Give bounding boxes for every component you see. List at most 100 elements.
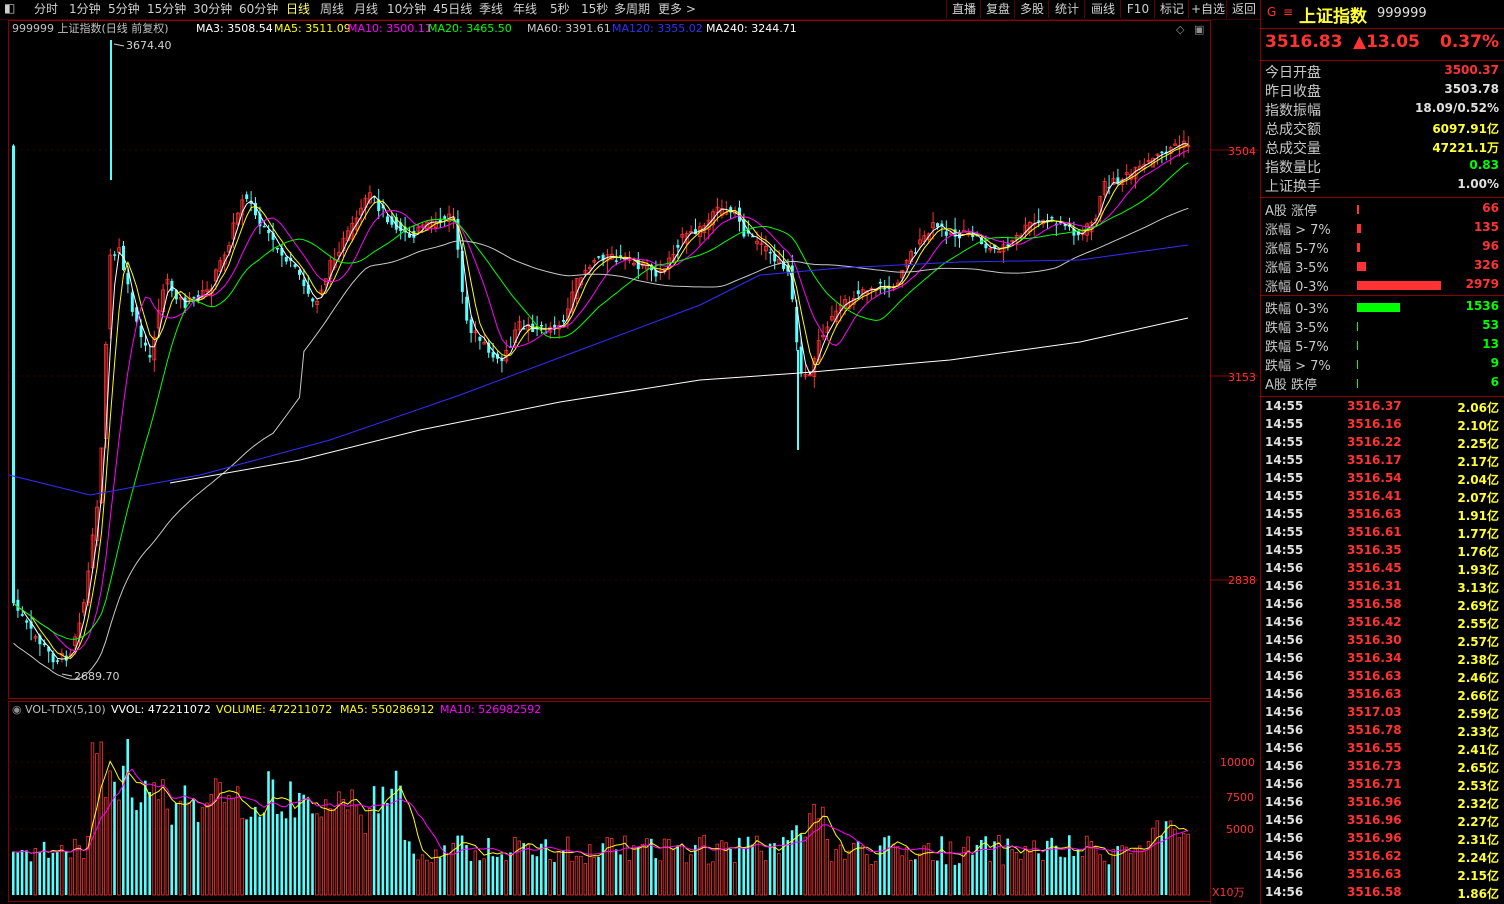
volume-bar: [390, 788, 393, 895]
tab-1min[interactable]: 1分钟: [69, 1, 101, 17]
volume-bar: [487, 837, 490, 895]
tick-amount: 2.10亿: [1457, 419, 1499, 433]
volume-bar: [200, 807, 205, 896]
tick-row[interactable]: 14:56 3516.30 2.57亿: [1261, 633, 1504, 651]
restore-icon[interactable]: ▣: [1194, 23, 1204, 36]
tab-fenshi[interactable]: 分时: [34, 1, 58, 17]
live-button[interactable]: 直播: [946, 0, 981, 18]
more-menu[interactable]: 更多 >: [658, 1, 696, 17]
tick-row[interactable]: 14:56 3516.96 2.27亿: [1261, 813, 1504, 831]
menu-icon[interactable]: ≡: [1283, 5, 1293, 19]
tick-row[interactable]: 14:56 3516.34 2.38亿: [1261, 651, 1504, 669]
volume-bar: [1063, 857, 1067, 895]
tick-row[interactable]: 14:56 3516.63 2.66亿: [1261, 687, 1504, 705]
volume-bar: [614, 849, 618, 895]
tick-row[interactable]: 14:55 3516.22 2.25亿: [1261, 435, 1504, 453]
tick-row[interactable]: 14:56 3516.62 2.24亿: [1261, 849, 1504, 867]
tab-10min[interactable]: 10分钟: [387, 1, 426, 17]
volume-bar: [412, 853, 415, 895]
volume-bar: [557, 851, 561, 896]
volume-bar: [830, 861, 834, 896]
tab-30min[interactable]: 30分钟: [193, 1, 232, 17]
tab-5sec[interactable]: 5秒: [550, 1, 570, 17]
tab-yearly[interactable]: 年线: [513, 1, 537, 17]
stat-label: 指数量比: [1265, 160, 1321, 176]
tick-row[interactable]: 14:55 3516.35 1.76亿: [1261, 543, 1504, 561]
volume-bar: [491, 856, 495, 895]
g-icon[interactable]: G: [1267, 5, 1276, 19]
stat-row: 总成交额 6097.91亿: [1261, 119, 1504, 138]
tick-row[interactable]: 14:56 3516.63 2.15亿: [1261, 867, 1504, 885]
tick-row[interactable]: 14:55 3516.41 2.07亿: [1261, 489, 1504, 507]
tick-row[interactable]: 14:55 3516.37 2.06亿: [1261, 399, 1504, 417]
volume-bar: [1089, 841, 1093, 896]
tick-price: 3516.63: [1347, 669, 1402, 683]
candle-body: [878, 281, 882, 284]
diamond-icon[interactable]: ◇: [1176, 23, 1185, 36]
tick-row[interactable]: 14:56 3516.42 2.55亿: [1261, 615, 1504, 633]
tick-row[interactable]: 14:56 3517.03 2.59亿: [1261, 705, 1504, 723]
tab-15min[interactable]: 15分钟: [147, 1, 186, 17]
distribution-bar: [1357, 303, 1400, 312]
chart-area[interactable]: 999999 上证指数(日线 前复权) MA3: 3508.54 MA5: 35…: [0, 20, 1260, 904]
tab-daily[interactable]: 日线: [286, 1, 310, 17]
tick-row[interactable]: 14:55 3516.17 2.17亿: [1261, 453, 1504, 471]
tick-row[interactable]: 14:56 3516.96 2.31亿: [1261, 831, 1504, 849]
tick-row[interactable]: 14:55 3516.16 2.10亿: [1261, 417, 1504, 435]
distribution-label: 跌幅 > 7%: [1265, 359, 1331, 374]
tick-row[interactable]: 14:56 3516.71 2.53亿: [1261, 777, 1504, 795]
tab-weekly[interactable]: 周线: [320, 1, 344, 17]
tab-quarterly[interactable]: 季线: [479, 1, 503, 17]
tick-row[interactable]: 14:56 3516.58 2.69亿: [1261, 597, 1504, 615]
ma60-line: [13, 207, 1189, 680]
tick-amount: 2.24亿: [1457, 851, 1499, 865]
volume-collapse-icon[interactable]: ◉: [12, 703, 22, 716]
f10-button[interactable]: F10: [1120, 0, 1155, 18]
volume-bar: [469, 860, 473, 895]
add-watchlist-button[interactable]: +自选: [1188, 0, 1227, 18]
tab-15sec[interactable]: 15秒: [581, 1, 608, 17]
distribution-row: 涨幅 3-5% 326: [1261, 257, 1504, 276]
tick-row[interactable]: 14:56 3516.78 2.33亿: [1261, 723, 1504, 741]
mark-button[interactable]: 标记: [1154, 0, 1189, 18]
tick-row[interactable]: 14:56 3516.58 1.86亿: [1261, 885, 1504, 903]
tick-row[interactable]: 14:56 3516.55 2.41亿: [1261, 741, 1504, 759]
tick-row[interactable]: 14:55 3516.63 1.91亿: [1261, 507, 1504, 525]
volume-bar: [1076, 849, 1080, 895]
tick-time: 14:56: [1265, 813, 1304, 827]
multi-stock-button[interactable]: 多股: [1014, 0, 1049, 18]
tab-5min[interactable]: 5分钟: [108, 1, 140, 17]
collapse-icon[interactable]: ◧: [4, 0, 15, 16]
tick-price: 3516.54: [1347, 471, 1402, 485]
tab-monthly[interactable]: 月线: [354, 1, 378, 17]
tick-row[interactable]: 14:56 3516.63 2.46亿: [1261, 669, 1504, 687]
stats-button[interactable]: 统计: [1048, 0, 1085, 18]
tab-60min[interactable]: 60分钟: [239, 1, 278, 17]
tab-multi-period[interactable]: 多周期: [614, 1, 650, 17]
review-button[interactable]: 复盘: [980, 0, 1015, 18]
volume-bar: [323, 799, 328, 896]
draw-line-button[interactable]: 画线: [1084, 0, 1121, 18]
price-summary: 3516.83 ▲13.05 0.37%: [1261, 30, 1504, 58]
tick-row[interactable]: 14:56 3516.45 1.93亿: [1261, 561, 1504, 579]
tick-row[interactable]: 14:56 3516.73 2.65亿: [1261, 759, 1504, 777]
volume-bar: [1028, 851, 1032, 896]
volume-bar: [522, 843, 525, 895]
low-pointer: [61, 673, 73, 677]
tick-row[interactable]: 14:55 3516.54 2.04亿: [1261, 471, 1504, 489]
kline-chart[interactable]: 999999 上证指数(日线 前复权) MA3: 3508.54 MA5: 35…: [0, 20, 1260, 904]
back-button[interactable]: 返回: [1226, 0, 1261, 18]
tick-amount: 2.15亿: [1457, 869, 1499, 883]
candle-body: [130, 292, 134, 312]
tick-row[interactable]: 14:56 3516.31 3.13亿: [1261, 579, 1504, 597]
tick-row[interactable]: 14:55 3516.61 1.77亿: [1261, 525, 1504, 543]
distribution-value: 13: [1482, 337, 1499, 351]
tick-price: 3516.62: [1347, 849, 1402, 863]
tab-45day[interactable]: 45日线: [433, 1, 472, 17]
volume-bar: [588, 844, 592, 896]
volume-bar: [896, 846, 900, 896]
tick-row[interactable]: 14:56 3516.96 2.32亿: [1261, 795, 1504, 813]
tick-price: 3516.78: [1347, 723, 1402, 737]
volume-bar: [139, 802, 143, 895]
volume-bar: [47, 857, 50, 895]
